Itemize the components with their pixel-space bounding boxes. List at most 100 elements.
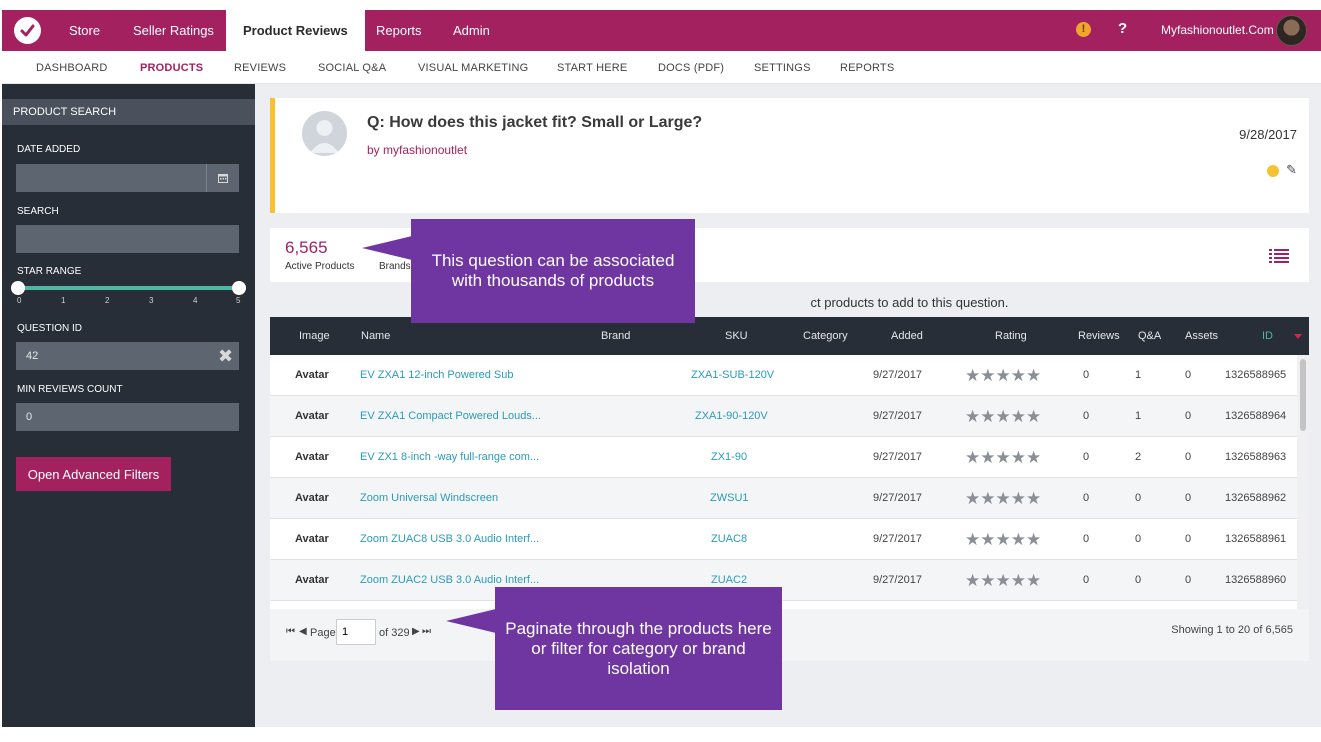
sort-desc-icon[interactable] [1294, 334, 1302, 339]
warning-icon[interactable]: ! [1076, 22, 1091, 37]
calendar-button[interactable] [206, 164, 239, 192]
row-reviews: 0 [1083, 410, 1090, 422]
column-header-id[interactable]: ID [1262, 317, 1273, 355]
table-scrollbar[interactable] [1297, 355, 1309, 609]
row-sku[interactable]: ZUAC8 [711, 519, 747, 560]
active-products-label: Active Products [285, 261, 355, 272]
open-advanced-filters-button[interactable]: Open Advanced Filters [16, 457, 171, 491]
last-page-icon[interactable]: ⏭ [422, 626, 431, 637]
column-header-rating[interactable]: Rating [995, 317, 1027, 355]
row-sku[interactable]: ZXA1-90-120V [695, 396, 768, 437]
sub-nav-settings[interactable]: SETTINGS [754, 51, 811, 85]
star-range-track[interactable] [18, 286, 239, 290]
star-tick: 2 [105, 296, 110, 305]
user-avatar[interactable] [1276, 15, 1307, 46]
table-row[interactable]: Avatar Zoom ZUAC8 USB 3.0 Audio Interf..… [270, 519, 1297, 560]
table-row[interactable]: Avatar Zoom Universal Windscreen ZWSU1 9… [270, 478, 1297, 519]
page-number-input[interactable] [336, 619, 376, 645]
row-reviews: 0 [1083, 369, 1090, 381]
sub-nav-docs[interactable]: DOCS (PDF) [658, 51, 724, 85]
app-logo[interactable] [14, 17, 41, 44]
sub-nav-start-here[interactable]: START HERE [557, 51, 627, 85]
star-range-label: STAR RANGE [17, 266, 82, 277]
table-scroll-thumb[interactable] [1300, 359, 1306, 431]
row-reviews: 0 [1083, 451, 1090, 463]
help-icon[interactable]: ? [1118, 20, 1127, 37]
next-page-icon[interactable]: ▶ [412, 626, 420, 637]
sub-nav-reports[interactable]: REPORTS [840, 51, 894, 85]
row-added: 9/27/2017 [873, 492, 922, 504]
column-header-added[interactable]: Added [891, 317, 923, 355]
question-author[interactable]: by myfashionoutlet [367, 143, 467, 157]
table-row[interactable]: Avatar EV ZX1 8-inch -way full-range com… [270, 437, 1297, 478]
column-header-assets[interactable]: Assets [1185, 317, 1218, 355]
sub-nav-dashboard[interactable]: DASHBOARD [36, 51, 107, 85]
top-nav-product-reviews[interactable]: Product Reviews [226, 10, 365, 51]
row-image: Avatar [295, 451, 329, 463]
row-name[interactable]: Zoom ZUAC8 USB 3.0 Audio Interf... [360, 519, 539, 560]
row-added: 9/27/2017 [873, 369, 922, 381]
top-nav-reports[interactable]: Reports [359, 10, 439, 51]
date-added-label: DATE ADDED [17, 144, 81, 155]
column-header-reviews[interactable]: Reviews [1078, 317, 1120, 355]
row-sku[interactable]: ZXA1-SUB-120V [691, 355, 774, 396]
row-added: 9/27/2017 [873, 533, 922, 545]
row-rating-stars: ★★★★★ [965, 571, 1042, 590]
search-input[interactable] [16, 225, 239, 253]
row-reviews: 0 [1083, 574, 1090, 586]
row-rating-stars: ★★★★★ [965, 407, 1042, 426]
sidebar: PRODUCT SEARCH DATE ADDED SEARCH STAR RA… [2, 84, 255, 727]
edit-pencil-icon[interactable]: ✎ [1286, 162, 1297, 178]
row-id: 1326588962 [1225, 492, 1287, 504]
top-nav-bar: Store Seller Ratings Product Reviews Rep… [2, 10, 1321, 51]
row-id: 1326588965 [1225, 369, 1287, 381]
min-reviews-label: MIN REVIEWS COUNT [17, 384, 123, 395]
star-range-min-handle[interactable] [11, 281, 25, 295]
page-of-label: of 329 [379, 627, 410, 639]
top-nav-seller-ratings[interactable]: Seller Ratings [116, 10, 231, 51]
row-assets: 0 [1185, 410, 1192, 422]
sub-nav-products[interactable]: PRODUCTS [140, 51, 203, 85]
row-assets: 0 [1185, 369, 1192, 381]
sub-nav-visual-marketing[interactable]: VISUAL MARKETING [418, 51, 528, 85]
column-header-qa[interactable]: Q&A [1138, 317, 1161, 355]
row-name[interactable]: EV ZX1 8-inch -way full-range com... [360, 437, 539, 478]
row-added: 9/27/2017 [873, 410, 922, 422]
top-nav-admin[interactable]: Admin [436, 10, 507, 51]
sub-nav-bar: DASHBOARD PRODUCTS REVIEWS SOCIAL Q&A VI… [2, 51, 1321, 84]
table-row[interactable]: Avatar Zoom ZUAC2 USB 3.0 Audio Interf..… [270, 560, 1297, 601]
star-tick: 1 [61, 296, 66, 305]
row-name[interactable]: Zoom Universal Windscreen [360, 478, 498, 519]
row-id: 1326588964 [1225, 410, 1287, 422]
row-name[interactable]: EV ZXA1 Compact Powered Louds... [360, 396, 541, 437]
row-sku[interactable]: ZX1-90 [711, 437, 747, 478]
row-qa: 0 [1135, 574, 1142, 586]
top-nav-store[interactable]: Store [52, 10, 117, 51]
question-date: 9/28/2017 [1239, 127, 1297, 142]
column-header-category[interactable]: Category [803, 317, 848, 355]
min-reviews-input[interactable] [16, 403, 239, 431]
account-name[interactable]: Myfashionoutlet.Com [1161, 10, 1274, 51]
star-range-max-handle[interactable] [232, 281, 246, 295]
showing-count: Showing 1 to 20 of 6,565 [1171, 624, 1293, 636]
sub-nav-social-qa[interactable]: SOCIAL Q&A [318, 51, 386, 85]
date-added-input[interactable] [16, 164, 206, 192]
row-image: Avatar [295, 369, 329, 381]
first-page-icon[interactable]: ⏮ [286, 626, 295, 637]
list-view-icon[interactable] [1269, 248, 1289, 269]
table-row[interactable]: Avatar EV ZXA1 12-inch Powered Sub ZXA1-… [270, 355, 1297, 396]
question-id-input[interactable] [16, 342, 239, 370]
table-row[interactable]: Avatar EV ZXA1 Compact Powered Louds... … [270, 396, 1297, 437]
checkmark-icon [20, 24, 35, 37]
sub-nav-reviews[interactable]: REVIEWS [234, 51, 286, 85]
row-name[interactable]: EV ZXA1 12-inch Powered Sub [360, 355, 513, 396]
row-reviews: 0 [1083, 533, 1090, 545]
search-label: SEARCH [17, 206, 59, 217]
column-header-name[interactable]: Name [361, 317, 390, 355]
clear-icon[interactable]: ✖ [218, 347, 233, 365]
row-id: 1326588960 [1225, 574, 1287, 586]
prev-page-icon[interactable]: ◀ [299, 626, 307, 637]
row-sku[interactable]: ZWSU1 [710, 478, 749, 519]
column-header-image[interactable]: Image [299, 317, 330, 355]
column-header-sku[interactable]: SKU [725, 317, 748, 355]
